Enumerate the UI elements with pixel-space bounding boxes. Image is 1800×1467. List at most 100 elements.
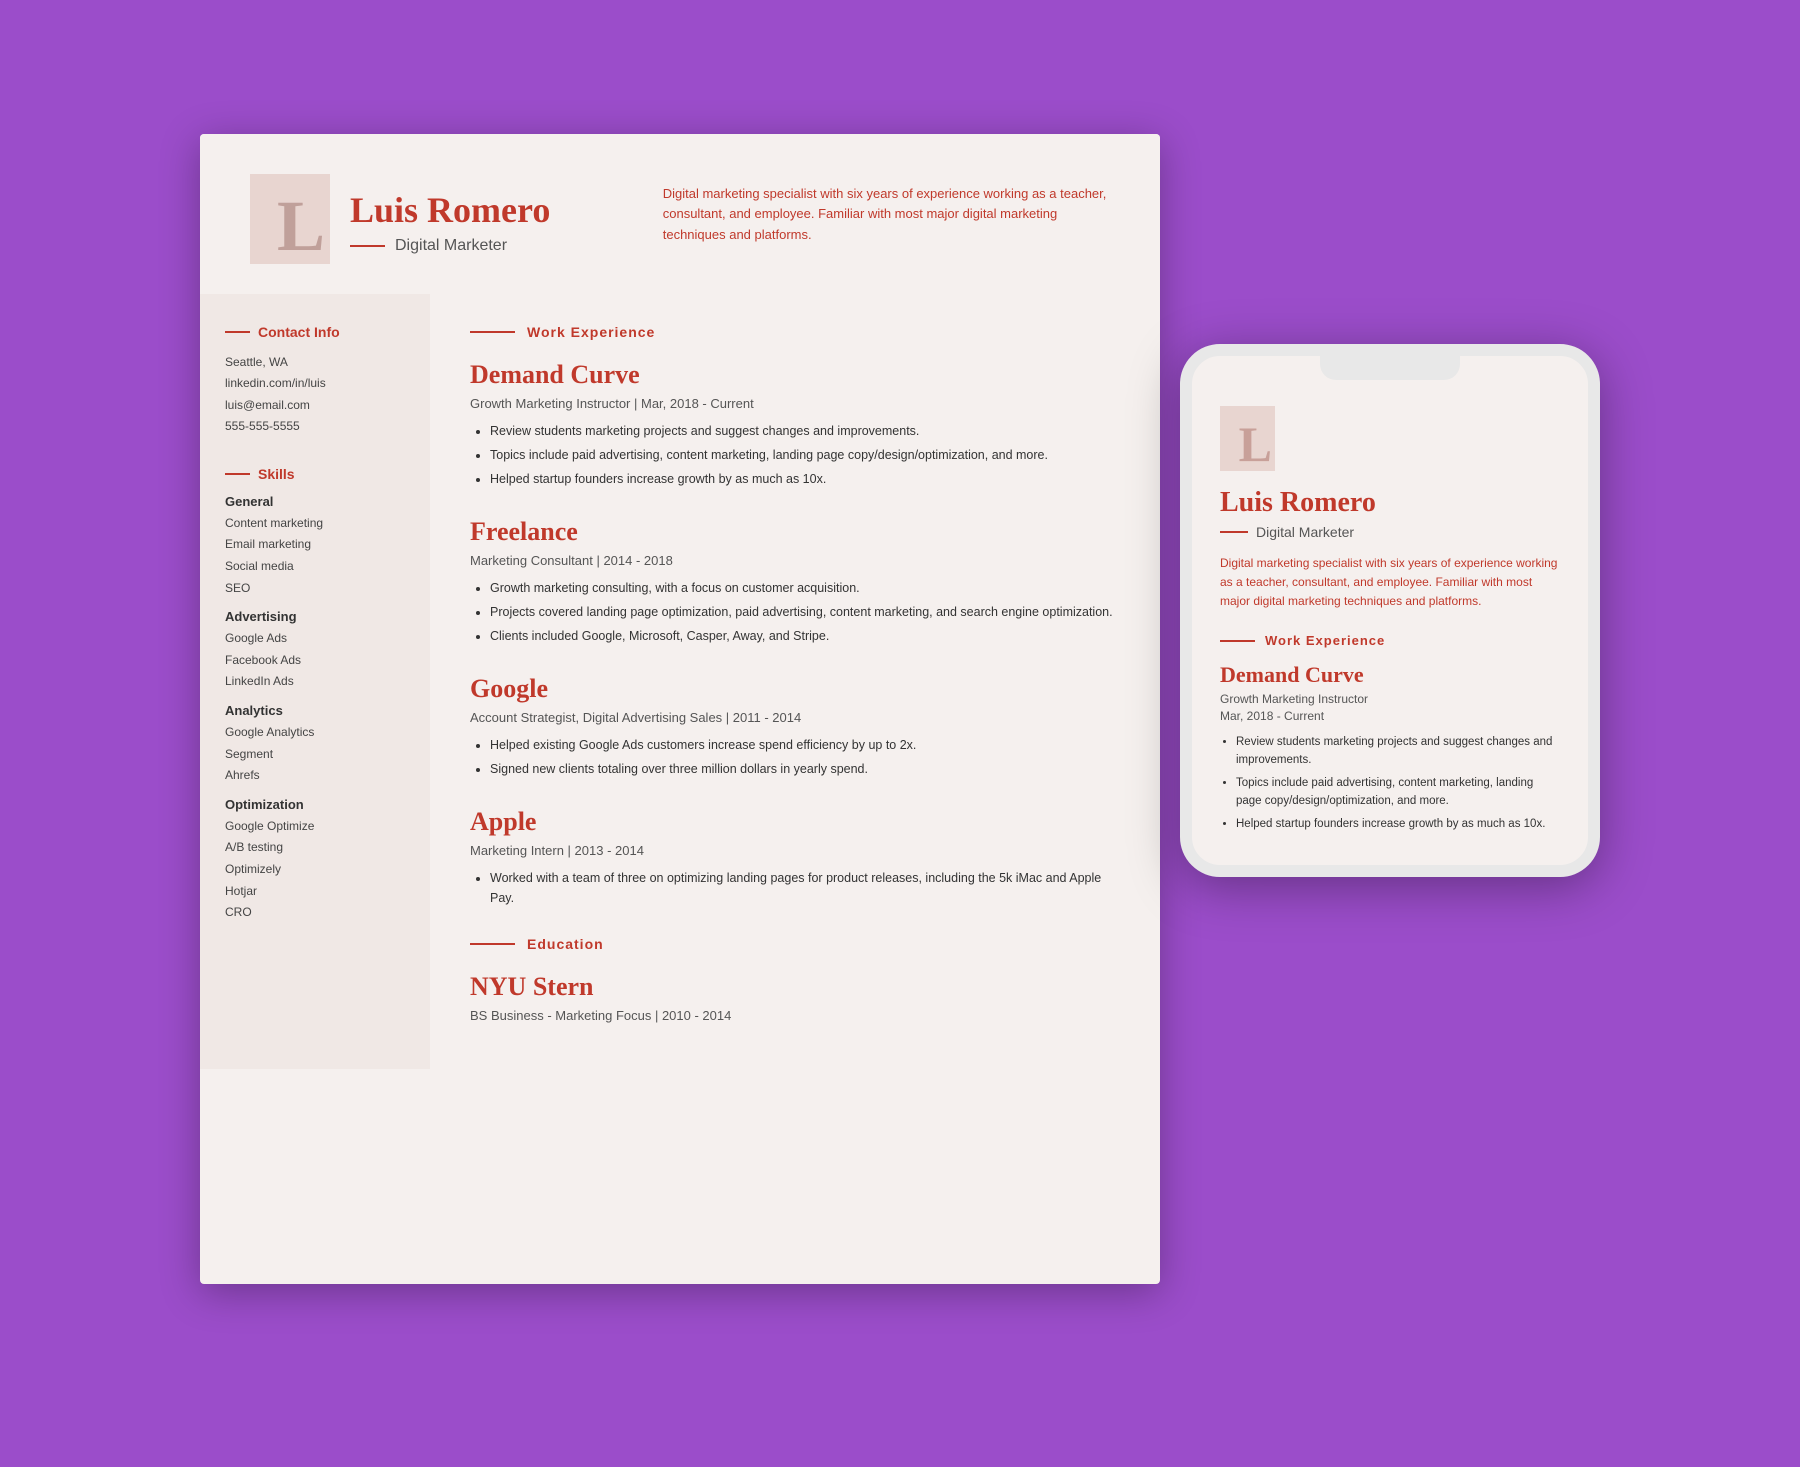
job-freelance-role: Marketing Consultant | 2014 - 2018 bbox=[470, 553, 1120, 568]
job-google: Google Account Strategist, Digital Adver… bbox=[470, 674, 1120, 779]
bullet: Projects covered landing page optimizati… bbox=[490, 602, 1120, 622]
header-name: Luis Romero bbox=[350, 189, 550, 231]
header-left: L Luis Romero Digital Marketer bbox=[250, 174, 623, 264]
edu-nyu: NYU Stern BS Business - Marketing Focus … bbox=[470, 972, 1120, 1023]
sidebar: Contact Info Seattle, WA linkedin.com/in… bbox=[200, 294, 430, 1069]
contact-section: Contact Info Seattle, WA linkedin.com/in… bbox=[225, 324, 405, 438]
skill-ahrefs: Ahrefs bbox=[225, 765, 405, 787]
skill-cro: CRO bbox=[225, 902, 405, 924]
mobile-notch bbox=[1320, 356, 1460, 380]
mobile-work-dash bbox=[1220, 640, 1255, 642]
job-demand-curve: Demand Curve Growth Marketing Instructor… bbox=[470, 360, 1120, 489]
header-name-block: Luis Romero Digital Marketer bbox=[350, 174, 550, 255]
header-title: Digital Marketer bbox=[395, 237, 507, 255]
contact-dash bbox=[225, 331, 250, 333]
header-title-line: Digital Marketer bbox=[350, 237, 550, 255]
skill-google-ads: Google Ads bbox=[225, 628, 405, 650]
skill-linkedin-ads: LinkedIn Ads bbox=[225, 671, 405, 693]
bullet: Signed new clients totaling over three m… bbox=[490, 759, 1120, 779]
skill-email-marketing: Email marketing bbox=[225, 534, 405, 556]
mobile-job-role: Growth Marketing Instructor bbox=[1220, 692, 1560, 706]
mobile-title-row: Digital Marketer bbox=[1220, 524, 1560, 540]
work-experience-dash bbox=[470, 331, 515, 333]
contact-email: luis@email.com bbox=[225, 395, 405, 417]
skills-advertising-title: Advertising bbox=[225, 609, 405, 624]
initial-letter: L bbox=[277, 190, 325, 262]
skills-dash bbox=[225, 473, 250, 475]
skills-title-row: Skills bbox=[225, 466, 405, 482]
education-title: Education bbox=[527, 936, 604, 952]
education-dash bbox=[470, 943, 515, 945]
mobile-work-title: Work Experience bbox=[1265, 633, 1385, 648]
mobile-inner: L Luis Romero Digital Marketer Digital m… bbox=[1192, 356, 1588, 866]
skill-social-media: Social media bbox=[225, 556, 405, 578]
mobile-bullet: Helped startup founders increase growth … bbox=[1236, 815, 1560, 833]
job-google-role: Account Strategist, Digital Advertising … bbox=[470, 710, 1120, 725]
mobile-name: Luis Romero bbox=[1220, 487, 1560, 519]
job-apple-company: Apple bbox=[470, 807, 1120, 837]
job-google-company: Google bbox=[470, 674, 1120, 704]
skills-optimization-title: Optimization bbox=[225, 797, 405, 812]
mobile-job-dates: Mar, 2018 - Current bbox=[1220, 709, 1560, 723]
mobile-bullet: Topics include paid advertising, content… bbox=[1236, 774, 1560, 811]
skill-seo: SEO bbox=[225, 578, 405, 600]
bullet: Clients included Google, Microsoft, Casp… bbox=[490, 626, 1120, 646]
edu-nyu-degree: BS Business - Marketing Focus | 2010 - 2… bbox=[470, 1008, 1120, 1023]
contact-title: Contact Info bbox=[258, 324, 340, 340]
work-experience-title: Work Experience bbox=[527, 324, 655, 340]
job-apple-role: Marketing Intern | 2013 - 2014 bbox=[470, 843, 1120, 858]
contact-title-row: Contact Info bbox=[225, 324, 405, 340]
mobile-initial-letter: L bbox=[1239, 419, 1272, 469]
resume-header: L Luis Romero Digital Marketer Digital m… bbox=[200, 134, 1160, 294]
resume-mobile: L Luis Romero Digital Marketer Digital m… bbox=[1180, 344, 1600, 878]
skills-analytics-title: Analytics bbox=[225, 703, 405, 718]
header-title-dash bbox=[350, 245, 385, 247]
job-apple: Apple Marketing Intern | 2013 - 2014 Wor… bbox=[470, 807, 1120, 908]
scene: L Luis Romero Digital Marketer Digital m… bbox=[200, 84, 1600, 1384]
skill-hotjar: Hotjar bbox=[225, 881, 405, 903]
mobile-initial-block: L bbox=[1220, 406, 1275, 471]
skill-content-marketing: Content marketing bbox=[225, 513, 405, 535]
education-header: Education bbox=[470, 936, 1120, 952]
resume-body: Contact Info Seattle, WA linkedin.com/in… bbox=[200, 294, 1160, 1069]
job-demand-curve-bullets: Review students marketing projects and s… bbox=[470, 421, 1120, 489]
skill-optimizely: Optimizely bbox=[225, 859, 405, 881]
job-google-bullets: Helped existing Google Ads customers inc… bbox=[470, 735, 1120, 779]
resume-desktop: L Luis Romero Digital Marketer Digital m… bbox=[200, 134, 1160, 1284]
header-summary: Digital marketing specialist with six ye… bbox=[663, 174, 1110, 246]
mobile-work-header: Work Experience bbox=[1220, 633, 1560, 648]
skill-segment: Segment bbox=[225, 744, 405, 766]
skill-facebook-ads: Facebook Ads bbox=[225, 650, 405, 672]
contact-phone: 555-555-5555 bbox=[225, 416, 405, 438]
skills-section: Skills General Content marketing Email m… bbox=[225, 466, 405, 924]
bullet: Helped existing Google Ads customers inc… bbox=[490, 735, 1120, 755]
edu-nyu-name: NYU Stern bbox=[470, 972, 1120, 1002]
contact-city: Seattle, WA bbox=[225, 352, 405, 374]
initial-block: L bbox=[250, 174, 330, 264]
mobile-bullet: Review students marketing projects and s… bbox=[1236, 733, 1560, 770]
mobile-title-dash bbox=[1220, 531, 1248, 533]
skills-general-title: General bbox=[225, 494, 405, 509]
mobile-summary: Digital marketing specialist with six ye… bbox=[1220, 554, 1560, 612]
job-freelance-bullets: Growth marketing consulting, with a focu… bbox=[470, 578, 1120, 646]
skills-title: Skills bbox=[258, 466, 295, 482]
job-demand-curve-role: Growth Marketing Instructor | Mar, 2018 … bbox=[470, 396, 1120, 411]
job-freelance: Freelance Marketing Consultant | 2014 - … bbox=[470, 517, 1120, 646]
job-apple-bullets: Worked with a team of three on optimizin… bbox=[470, 868, 1120, 908]
mobile-bullets: Review students marketing projects and s… bbox=[1220, 733, 1560, 833]
skill-google-analytics: Google Analytics bbox=[225, 722, 405, 744]
skill-google-optimize: Google Optimize bbox=[225, 816, 405, 838]
bullet: Helped startup founders increase growth … bbox=[490, 469, 1120, 489]
contact-linkedin: linkedin.com/in/luis bbox=[225, 373, 405, 395]
mobile-title: Digital Marketer bbox=[1256, 524, 1354, 540]
mobile-job-company: Demand Curve bbox=[1220, 662, 1560, 688]
bullet: Topics include paid advertising, content… bbox=[490, 445, 1120, 465]
skill-ab-testing: A/B testing bbox=[225, 837, 405, 859]
job-freelance-company: Freelance bbox=[470, 517, 1120, 547]
bullet: Worked with a team of three on optimizin… bbox=[490, 868, 1120, 908]
main-content: Work Experience Demand Curve Growth Mark… bbox=[430, 294, 1160, 1069]
work-experience-header: Work Experience bbox=[470, 324, 1120, 340]
bullet: Review students marketing projects and s… bbox=[490, 421, 1120, 441]
job-demand-curve-company: Demand Curve bbox=[470, 360, 1120, 390]
bullet: Growth marketing consulting, with a focu… bbox=[490, 578, 1120, 598]
